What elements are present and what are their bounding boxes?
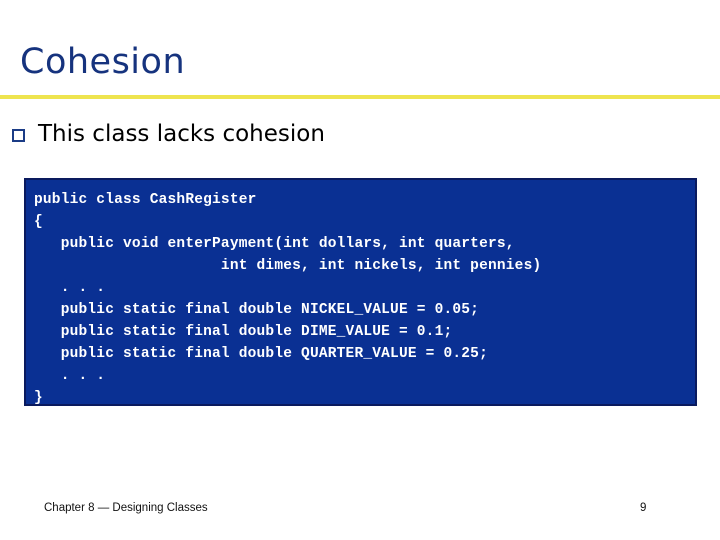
code-line: . . . (34, 368, 106, 384)
code-line: int dimes, int nickels, int pennies) (34, 258, 542, 274)
hollow-square-bullet-icon (12, 129, 25, 142)
slide: Cohesion This class lacks cohesion publi… (0, 0, 720, 540)
bullet-item-label: This class lacks cohesion (38, 121, 325, 147)
code-line: . . . (34, 280, 106, 296)
code-line: public class CashRegister (34, 192, 257, 208)
page-title: Cohesion (20, 42, 186, 82)
footer-chapter-label: Chapter 8 — Designing Classes (44, 502, 208, 514)
code-line: public void enterPayment(int dollars, in… (34, 236, 515, 252)
code-line: { (34, 214, 43, 230)
title-divider-rule (0, 95, 720, 99)
code-block: public class CashRegister { public void … (24, 178, 697, 406)
footer-page-number: 9 (640, 502, 647, 514)
code-line: public static final double DIME_VALUE = … (34, 324, 453, 340)
bullet-list-item: This class lacks cohesion (12, 120, 612, 150)
code-line: } (34, 390, 43, 406)
code-block-content: public class CashRegister { public void … (26, 180, 695, 406)
code-line: public static final double NICKEL_VALUE … (34, 302, 480, 318)
code-line: public static final double QUARTER_VALUE… (34, 346, 488, 362)
